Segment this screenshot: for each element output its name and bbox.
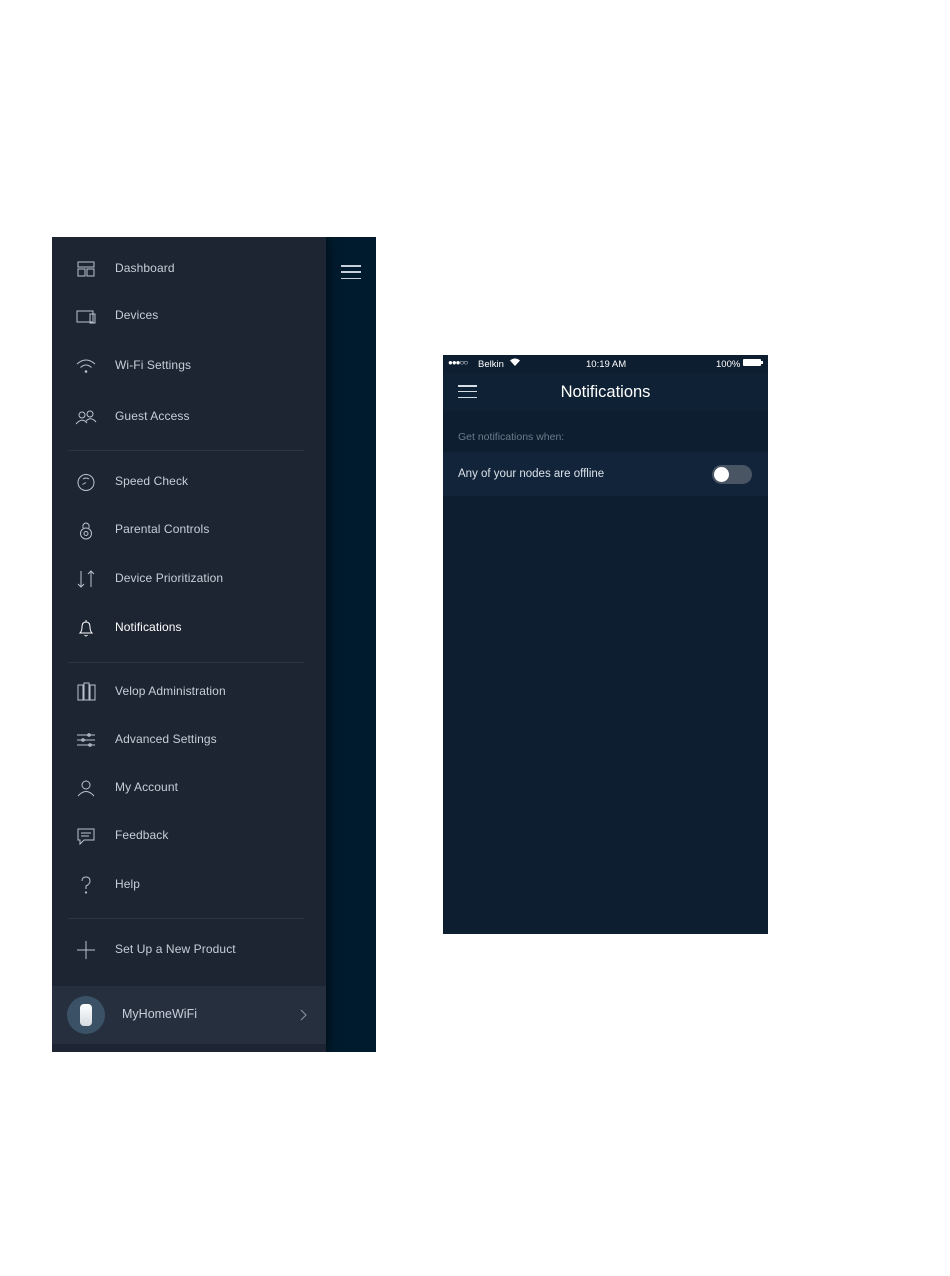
menu-hamburger-icon[interactable] [341, 265, 361, 279]
menu-item-device-prioritization[interactable]: Device Prioritization [52, 557, 326, 601]
velop-nodes-icon [74, 680, 98, 704]
wifi-signal-icon [509, 357, 521, 367]
menu-item-my-account[interactable]: My Account [52, 766, 326, 810]
menu-item-label: Feedback [115, 828, 169, 842]
question-icon [74, 873, 98, 897]
menu-item-label: Wi-Fi Settings [115, 358, 192, 372]
menu-item-label: My Account [115, 780, 179, 794]
menu-divider [68, 662, 304, 663]
menu-item-label: Parental Controls [115, 522, 210, 536]
speedometer-icon [74, 470, 98, 494]
menu-item-wifi-settings[interactable]: Wi-Fi Settings [52, 344, 326, 388]
status-bar: ●●●○○ Belkin 10:19 AM 100% [443, 355, 768, 373]
velop-node-avatar [67, 996, 105, 1034]
page-title: Notifications [560, 383, 651, 401]
carrier-name: Belkin [478, 359, 504, 370]
plus-icon [74, 938, 98, 962]
notifications-screen: ●●●○○ Belkin 10:19 AM 100% Notifications… [443, 355, 768, 934]
nodes-offline-toggle[interactable] [712, 465, 752, 484]
menu-divider [68, 450, 304, 451]
user-icon [74, 776, 98, 800]
notification-setting-row: Any of your nodes are offline [443, 452, 768, 496]
menu-item-label: Notifications [115, 620, 182, 634]
devices-icon [74, 304, 98, 328]
section-header: Get notifications when: [458, 431, 565, 443]
menu-item-advanced-settings[interactable]: Advanced Settings [52, 718, 326, 762]
menu-item-label: Dashboard [115, 261, 175, 275]
menu-divider [68, 918, 304, 919]
menu-item-dashboard[interactable]: Dashboard [52, 247, 326, 291]
side-menu-drawer: Dashboard Devices Wi-Fi Settings Guest A… [52, 237, 326, 1052]
setting-label: Any of your nodes are offline [458, 468, 605, 480]
menu-item-label: Devices [115, 308, 159, 322]
signal-strength: ●●●○○ [448, 358, 468, 367]
guest-access-icon [74, 405, 98, 429]
menu-item-label: Help [115, 877, 141, 891]
wifi-icon [74, 354, 98, 378]
menu-item-guest-access[interactable]: Guest Access [52, 395, 326, 439]
chevron-right-icon [298, 1008, 308, 1022]
menu-item-parental-controls[interactable]: Parental Controls [52, 508, 326, 552]
menu-item-set-up-new-product[interactable]: Set Up a New Product [52, 928, 326, 972]
battery-icon [743, 359, 763, 366]
sliders-icon [74, 728, 98, 752]
battery-percentage: 100% [716, 359, 741, 370]
toggle-knob [714, 467, 729, 482]
menu-item-speed-check[interactable]: Speed Check [52, 460, 326, 504]
menu-item-help[interactable]: Help [52, 863, 326, 907]
dashboard-icon [74, 257, 98, 281]
menu-item-label: Device Prioritization [115, 571, 224, 585]
side-menu-screen: Dashboard Devices Wi-Fi Settings Guest A… [52, 237, 376, 1052]
menu-item-label: Set Up a New Product [115, 942, 236, 956]
menu-item-notifications[interactable]: Notifications [52, 606, 326, 650]
menu-item-velop-administration[interactable]: Velop Administration [52, 670, 326, 714]
menu-item-label: Velop Administration [115, 684, 226, 698]
status-time: 10:19 AM [586, 359, 627, 370]
menu-item-label: Advanced Settings [115, 732, 217, 746]
menu-item-label: Guest Access [115, 409, 190, 423]
network-selector[interactable]: MyHomeWiFi [52, 986, 326, 1044]
chat-bubble-icon [74, 824, 98, 848]
network-name: MyHomeWiFi [122, 1007, 197, 1021]
priority-arrows-icon [74, 567, 98, 591]
menu-item-label: Speed Check [115, 474, 189, 488]
bell-icon [74, 616, 98, 640]
menu-item-devices[interactable]: Devices [52, 294, 326, 338]
lock-icon [74, 518, 98, 542]
menu-item-feedback[interactable]: Feedback [52, 814, 326, 858]
nav-bar: Notifications [443, 373, 768, 411]
